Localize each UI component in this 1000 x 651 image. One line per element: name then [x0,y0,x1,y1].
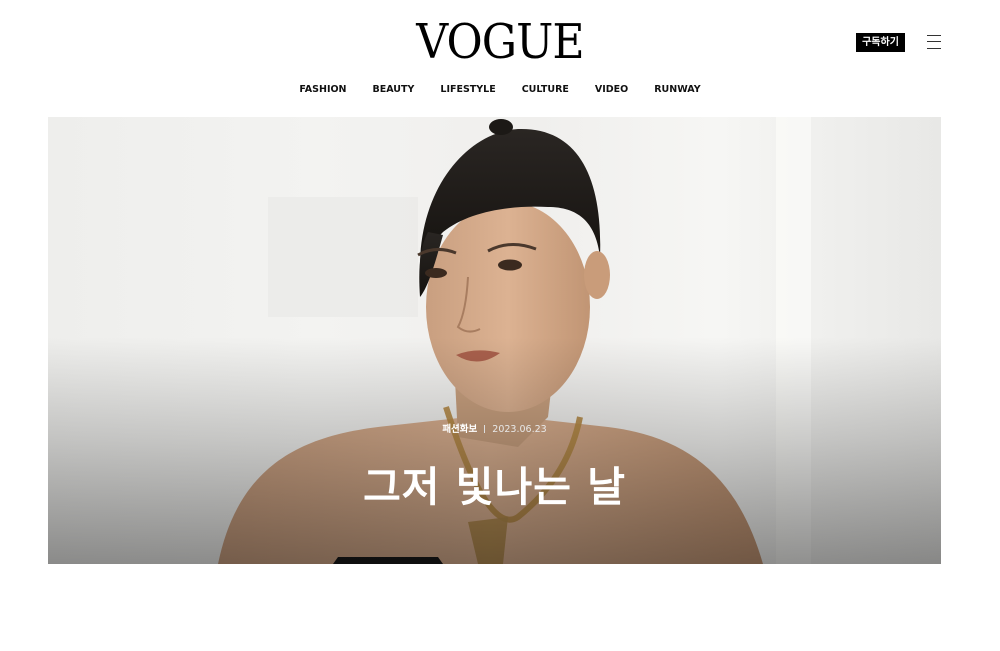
article-date: 2023.06.23 [492,424,547,435]
site-header: VOGUE 구독하기 FASHION BEAUTY LIFESTYLE CULT… [0,0,1000,117]
hero-article[interactable]: 패션화보 2023.06.23 그저 빛나는 날 [48,117,941,564]
main-nav: FASHION BEAUTY LIFESTYLE CULTURE VIDEO R… [0,84,1000,96]
subscribe-button[interactable]: 구독하기 [856,33,905,52]
article-meta: 패션화보 2023.06.23 [48,423,941,437]
nav-item-fashion[interactable]: FASHION [299,84,346,96]
nav-item-beauty[interactable]: BEAUTY [373,84,415,96]
nav-item-video[interactable]: VIDEO [595,84,628,96]
nav-item-lifestyle[interactable]: LIFESTYLE [440,84,495,96]
vogue-logo[interactable]: VOGUE [40,14,960,70]
nav-item-runway[interactable]: RUNWAY [654,84,700,96]
meta-divider [484,425,486,433]
nav-item-culture[interactable]: CULTURE [522,84,569,96]
hamburger-menu-icon[interactable] [926,34,942,50]
article-category[interactable]: 패션화보 [442,424,477,435]
article-title[interactable]: 그저 빛나는 날 [48,462,941,512]
